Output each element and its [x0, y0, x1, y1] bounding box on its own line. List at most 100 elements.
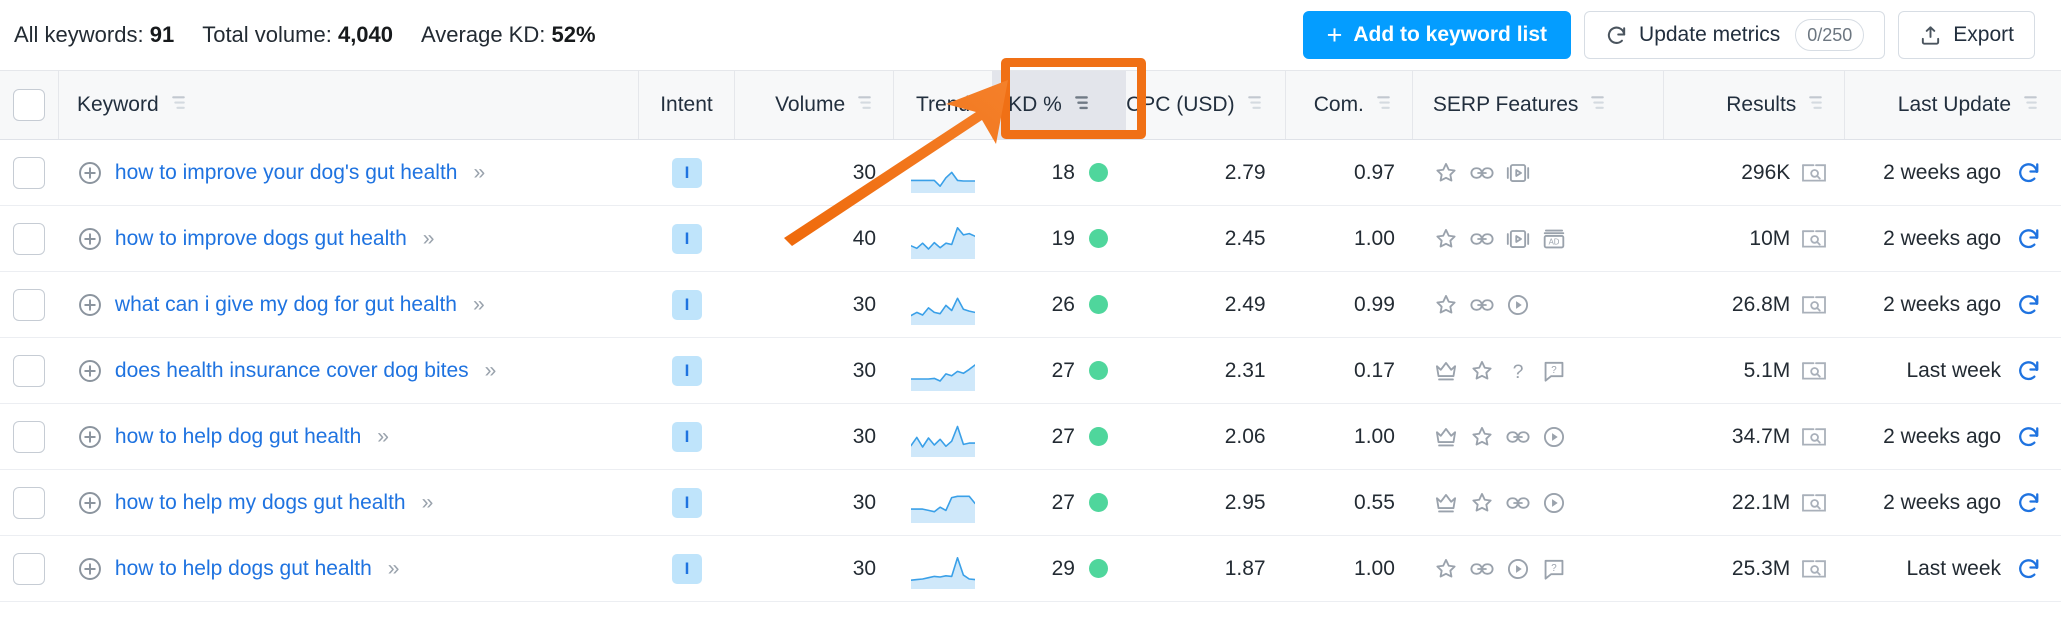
select-all-header[interactable]	[0, 71, 59, 139]
open-overview-chevrons-icon[interactable]: »	[423, 227, 435, 251]
ads-top-icon[interactable]: AD	[1541, 226, 1567, 252]
column-header-trend[interactable]: Trend	[894, 71, 992, 139]
column-header-cpc[interactable]: CPC (USD)	[1126, 71, 1286, 139]
row-select-cell[interactable]	[0, 536, 59, 601]
open-overview-chevrons-icon[interactable]: »	[485, 359, 497, 383]
featured-snippet-star-icon[interactable]	[1469, 424, 1495, 450]
sitelinks-icon[interactable]	[1469, 292, 1495, 318]
sort-icon[interactable]	[1587, 92, 1608, 119]
serp-preview-icon[interactable]	[1801, 227, 1827, 250]
sort-icon[interactable]	[2020, 92, 2041, 119]
add-keyword-icon[interactable]	[77, 424, 103, 450]
keyword-link[interactable]: what can i give my dog for gut health	[115, 293, 457, 317]
row-refresh-icon[interactable]	[2016, 226, 2041, 251]
add-keyword-icon[interactable]	[77, 556, 103, 582]
row-checkbox[interactable]	[13, 222, 46, 255]
keyword-link[interactable]: how to help my dogs gut health	[115, 491, 406, 515]
table-row[interactable]: how to improve dogs gut health » I 40 19…	[0, 206, 2061, 272]
video-play-icon[interactable]	[1541, 424, 1567, 450]
sitelinks-icon[interactable]	[1469, 160, 1495, 186]
row-refresh-icon[interactable]	[2016, 424, 2041, 449]
table-row[interactable]: how to improve your dog's gut health » I…	[0, 140, 2061, 206]
open-overview-chevrons-icon[interactable]: »	[473, 161, 485, 185]
row-select-cell[interactable]	[0, 470, 59, 535]
table-row[interactable]: does health insurance cover dog bites » …	[0, 338, 2061, 404]
export-button[interactable]: Export	[1898, 11, 2035, 59]
sitelinks-icon[interactable]	[1469, 226, 1495, 252]
serp-preview-icon[interactable]	[1801, 161, 1827, 184]
intent-badge[interactable]: I	[672, 421, 702, 452]
sitelinks-icon[interactable]	[1505, 424, 1531, 450]
open-overview-chevrons-icon[interactable]: »	[422, 491, 434, 515]
keyword-link[interactable]: how to improve dogs gut health	[115, 227, 407, 251]
update-metrics-button[interactable]: Update metrics 0/250	[1584, 11, 1886, 59]
top-stories-crown-icon[interactable]	[1433, 358, 1459, 384]
intent-badge[interactable]: I	[672, 553, 702, 584]
keyword-link[interactable]: how to help dog gut health	[115, 425, 361, 449]
featured-snippet-star-icon[interactable]	[1433, 160, 1459, 186]
video-play-icon[interactable]	[1505, 556, 1531, 582]
sort-icon[interactable]	[1373, 92, 1394, 119]
row-refresh-icon[interactable]	[2016, 160, 2041, 185]
row-checkbox[interactable]	[13, 486, 46, 519]
row-checkbox[interactable]	[13, 552, 46, 585]
keyword-link[interactable]: does health insurance cover dog bites	[115, 359, 469, 383]
open-overview-chevrons-icon[interactable]: »	[388, 557, 400, 581]
open-overview-chevrons-icon[interactable]: »	[473, 293, 485, 317]
serp-preview-icon[interactable]	[1801, 359, 1827, 382]
column-header-com[interactable]: Com.	[1286, 71, 1413, 139]
video-play-icon[interactable]	[1541, 490, 1567, 516]
top-stories-crown-icon[interactable]	[1433, 424, 1459, 450]
row-checkbox[interactable]	[13, 420, 46, 453]
intent-badge[interactable]: I	[672, 223, 702, 254]
column-header-serp-features[interactable]: SERP Features	[1413, 71, 1664, 139]
intent-badge[interactable]: I	[672, 487, 702, 518]
video-icon[interactable]	[1505, 226, 1531, 252]
sort-icon[interactable]	[1071, 92, 1092, 119]
sort-icon[interactable]	[168, 92, 189, 119]
featured-snippet-star-icon[interactable]	[1433, 226, 1459, 252]
serp-preview-icon[interactable]	[1801, 293, 1827, 316]
add-keyword-icon[interactable]	[77, 490, 103, 516]
serp-preview-icon[interactable]	[1801, 557, 1827, 580]
row-refresh-icon[interactable]	[2016, 556, 2041, 581]
sort-icon[interactable]	[854, 92, 875, 119]
row-select-cell[interactable]	[0, 338, 59, 403]
table-row[interactable]: what can i give my dog for gut health » …	[0, 272, 2061, 338]
keyword-link[interactable]: how to help dogs gut health	[115, 557, 372, 581]
featured-snippet-star-icon[interactable]	[1433, 556, 1459, 582]
intent-badge[interactable]: I	[672, 355, 702, 386]
top-stories-crown-icon[interactable]	[1433, 490, 1459, 516]
row-select-cell[interactable]	[0, 206, 59, 271]
video-icon[interactable]	[1505, 160, 1531, 186]
keyword-link[interactable]: how to improve your dog's gut health	[115, 161, 458, 185]
column-header-intent[interactable]: Intent	[639, 71, 735, 139]
add-keyword-icon[interactable]	[77, 292, 103, 318]
row-refresh-icon[interactable]	[2016, 292, 2041, 317]
row-select-cell[interactable]	[0, 404, 59, 469]
row-select-cell[interactable]	[0, 140, 59, 205]
serp-preview-icon[interactable]	[1801, 425, 1827, 448]
table-row[interactable]: how to help dogs gut health » I 30 29 1.…	[0, 536, 2061, 602]
table-row[interactable]: how to improve your dog's gut health » I…	[0, 602, 2061, 619]
sitelinks-icon[interactable]	[1469, 556, 1495, 582]
intent-badge[interactable]: I	[672, 289, 702, 320]
column-header-kd[interactable]: KD %	[991, 71, 1126, 139]
table-row[interactable]: how to help dog gut health » I 30 27 2.0…	[0, 404, 2061, 470]
featured-snippet-star-icon[interactable]	[1433, 292, 1459, 318]
faq-bubble-icon[interactable]: ?	[1541, 358, 1567, 384]
column-header-keyword[interactable]: Keyword	[59, 71, 640, 139]
column-header-results[interactable]: Results	[1664, 71, 1846, 139]
select-all-checkbox[interactable]	[12, 89, 45, 121]
sitelinks-icon[interactable]	[1505, 490, 1531, 516]
featured-snippet-star-icon[interactable]	[1469, 358, 1495, 384]
sort-icon[interactable]	[1244, 92, 1265, 119]
serp-preview-icon[interactable]	[1801, 491, 1827, 514]
featured-snippet-star-icon[interactable]	[1469, 490, 1495, 516]
row-select-cell[interactable]	[0, 272, 59, 337]
table-row[interactable]: how to help my dogs gut health » I 30 27…	[0, 470, 2061, 536]
add-keyword-icon[interactable]	[77, 160, 103, 186]
add-to-keyword-list-button[interactable]: + Add to keyword list	[1302, 11, 1572, 59]
sort-icon[interactable]	[1805, 92, 1826, 119]
row-checkbox[interactable]	[13, 288, 46, 321]
